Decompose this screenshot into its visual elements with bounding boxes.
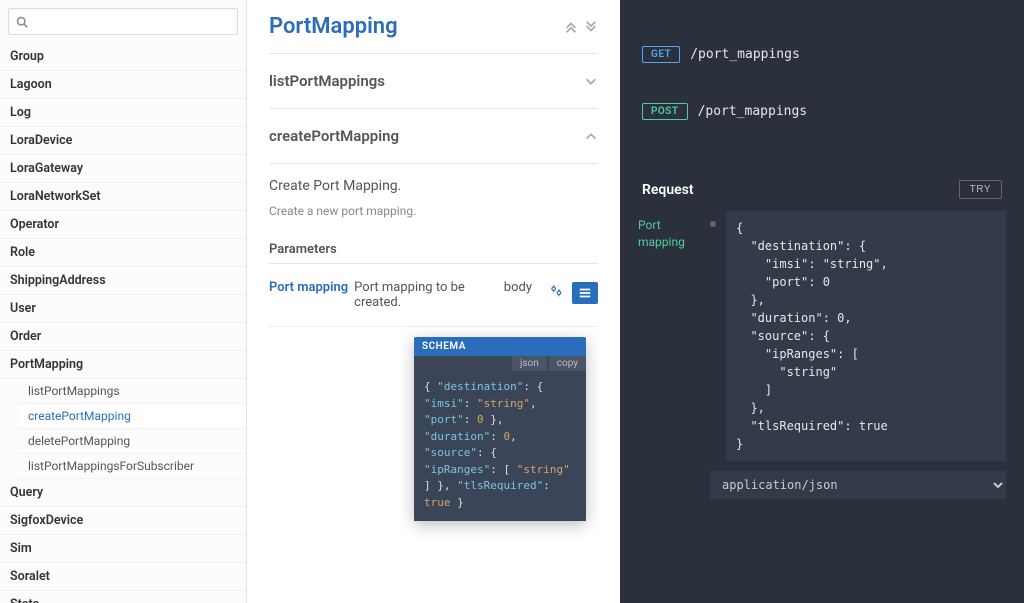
settings-icon[interactable] <box>544 280 568 306</box>
sidebar-item[interactable]: SigfoxDevice <box>0 507 246 535</box>
sidebar-item[interactable]: Stats <box>0 591 246 603</box>
request-panel: GET /port_mappings POST /port_mappings R… <box>620 0 1024 603</box>
schema-popup: SCHEMA json copy { "destination": { "ims… <box>414 337 586 521</box>
schema-json: { "destination": { "imsi": "string", "po… <box>414 371 586 521</box>
sidebar-item[interactable]: Sim <box>0 535 246 563</box>
parameters-label: Parameters <box>269 242 598 264</box>
param-description: Port mapping to be created. <box>354 280 498 310</box>
sidebar-subitem[interactable]: listPortMappingsForSubscriber <box>18 454 246 479</box>
schema-toggle-icon[interactable] <box>572 282 598 304</box>
schema-tab-json[interactable]: json <box>512 356 547 371</box>
sidebar-item-portmapping[interactable]: PortMapping <box>0 351 246 379</box>
sidebar-subitem-active[interactable]: createPortMapping <box>18 404 246 429</box>
content-type-select[interactable]: application/json <box>710 471 1006 499</box>
endpoint-path: /port_mappings <box>698 104 808 119</box>
sidebar-item[interactable]: LoraNetworkSet <box>0 183 246 211</box>
sidebar-item[interactable]: Operator <box>0 211 246 239</box>
search-input[interactable] <box>8 8 238 35</box>
sidebar-item[interactable]: LoraDevice <box>0 127 246 155</box>
sidebar: Group Lagoon Log LoraDevice LoraGateway … <box>0 0 247 603</box>
schema-header: SCHEMA <box>414 337 586 356</box>
endpoint-path: /port_mappings <box>690 47 800 62</box>
param-name: Port mapping <box>269 280 348 295</box>
try-button[interactable]: TRY <box>959 180 1002 199</box>
sidebar-item[interactable]: Lagoon <box>0 71 246 99</box>
sidebar-item[interactable]: Role <box>0 239 246 267</box>
endpoint-row: GET /port_mappings <box>642 46 1002 63</box>
operation-title: listPortMappings <box>269 72 385 90</box>
schema-tab-copy[interactable]: copy <box>549 356 586 371</box>
main-panel: PortMapping listPortMappings createPortM… <box>247 0 620 603</box>
method-badge: POST <box>642 103 688 120</box>
request-body-json[interactable]: { "destination": { "imsi": "string", "po… <box>726 211 1006 461</box>
search-icon <box>16 16 28 28</box>
operation-header[interactable]: listPortMappings <box>269 54 598 109</box>
request-label: Request <box>642 182 694 198</box>
sidebar-item[interactable]: ShippingAddress <box>0 267 246 295</box>
endpoint-row: POST /port_mappings <box>642 103 1002 120</box>
parameter-row: Port mapping Port mapping to be created.… <box>269 280 598 327</box>
operation-description: Create a new port mapping. <box>269 204 598 218</box>
operation-header[interactable]: createPortMapping <box>269 109 598 164</box>
chevron-down-icon <box>584 74 598 88</box>
sidebar-item[interactable]: Group <box>0 43 246 71</box>
chevron-up-icon <box>584 129 598 143</box>
sidebar-subitem[interactable]: listPortMappings <box>18 379 246 404</box>
collapse-all-icon[interactable] <box>564 20 578 34</box>
expand-all-icon[interactable] <box>584 20 598 34</box>
operation-summary: Create Port Mapping. <box>269 178 598 194</box>
sidebar-item[interactable]: Order <box>0 323 246 351</box>
search-box <box>8 8 238 35</box>
sidebar-item[interactable]: LoraGateway <box>0 155 246 183</box>
operation-title: createPortMapping <box>269 127 399 145</box>
param-location: body <box>504 280 532 295</box>
sidebar-item[interactable]: User <box>0 295 246 323</box>
method-badge: GET <box>642 46 680 63</box>
request-param-name: Port mapping <box>638 211 700 461</box>
sidebar-item[interactable]: Soralet <box>0 563 246 591</box>
required-dot-icon <box>710 221 716 227</box>
sidebar-item[interactable]: Query <box>0 479 246 507</box>
section-title: PortMapping <box>269 14 398 39</box>
sidebar-subitem[interactable]: deletePortMapping <box>18 429 246 454</box>
sidebar-item[interactable]: Log <box>0 99 246 127</box>
